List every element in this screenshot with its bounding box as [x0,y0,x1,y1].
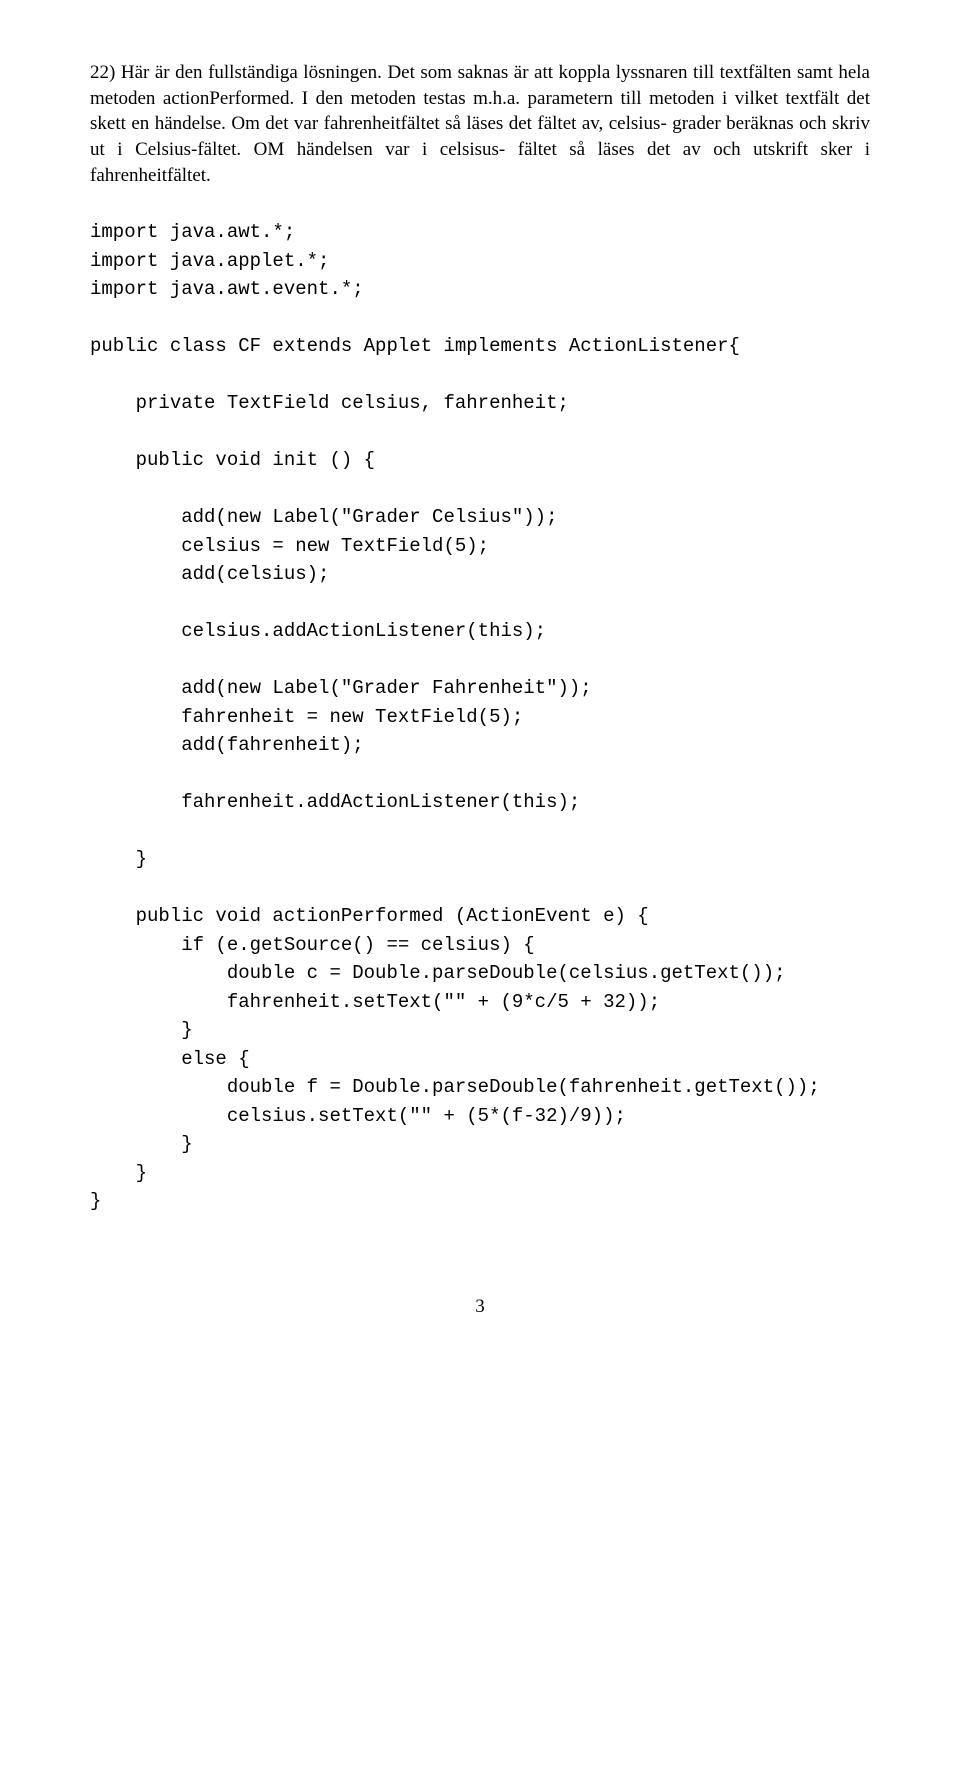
intro-paragraph: 22) Här är den fullständiga lösningen. D… [90,60,870,188]
code-listing: import java.awt.*; import java.applet.*;… [90,218,870,1216]
document-page: 22) Här är den fullständiga lösningen. D… [0,0,960,1358]
page-number: 3 [90,1296,870,1318]
